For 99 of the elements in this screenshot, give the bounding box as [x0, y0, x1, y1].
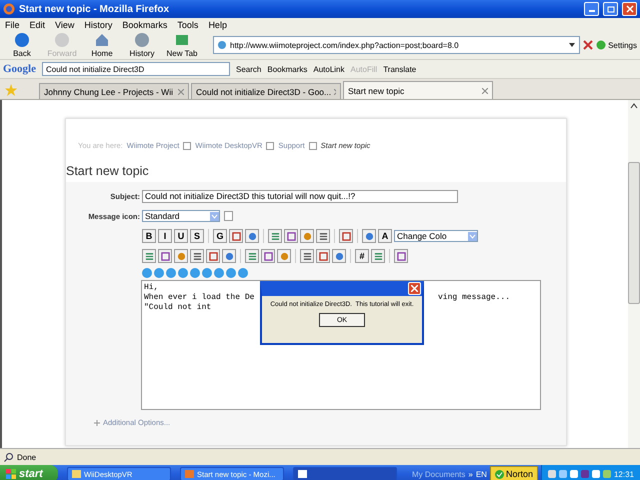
dropdown-icon — [210, 212, 219, 220]
toolbar-icon — [396, 252, 406, 260]
format-button[interactable] — [158, 249, 172, 263]
browser-tab[interactable]: Start new topic — [343, 81, 493, 99]
language-indicator[interactable]: EN — [476, 470, 487, 478]
search-icon — [4, 452, 13, 462]
dropdown-icon[interactable] — [568, 41, 576, 49]
format-button[interactable] — [362, 229, 376, 243]
toolbar-icon — [374, 252, 382, 260]
window-icon — [185, 470, 194, 478]
toolbar-icon — [318, 232, 328, 240]
menu-item[interactable]: Tools — [177, 20, 198, 30]
toolbar-icon — [192, 252, 202, 260]
close-icon — [411, 285, 418, 292]
toolbar-icon — [342, 232, 350, 240]
format-button[interactable] — [142, 249, 156, 263]
norton-button[interactable]: Norton — [490, 466, 538, 480]
subject-field[interactable]: Could not initialize Direct3D this tutorial will now quit...!? — [142, 190, 458, 202]
menu-item[interactable]: Help — [208, 20, 227, 30]
taskbar-button[interactable] — [293, 467, 397, 480]
menu-item[interactable]: Bookmarks — [122, 20, 168, 30]
close-button[interactable] — [622, 2, 637, 16]
toolbar-button[interactable]: New Tab — [163, 32, 201, 58]
browser-tab[interactable]: Johnny Chung Lee - Projects - Wii — [39, 83, 189, 99]
search-field[interactable]: Could not initialize Direct3D — [42, 62, 230, 76]
folder-icon — [72, 470, 81, 478]
menu-item[interactable]: Edit — [30, 20, 46, 30]
format-button[interactable] — [371, 249, 385, 263]
close-icon[interactable] — [178, 88, 184, 94]
format-button[interactable]: U — [174, 229, 188, 243]
windows-flag-icon — [6, 469, 16, 479]
format-button[interactable] — [245, 229, 259, 243]
firefox-icon — [3, 3, 15, 15]
color-select[interactable]: Change Colo — [394, 230, 478, 242]
clock: 12:31 — [614, 470, 634, 478]
menu-item[interactable]: History — [84, 20, 112, 30]
restore-icon — [606, 5, 614, 13]
toolbar-button[interactable]: AutoLink — [313, 64, 345, 74]
close-button[interactable] — [408, 282, 421, 295]
toolbar-button[interactable]: Home — [83, 32, 121, 58]
settings-button[interactable]: Settings — [608, 40, 637, 50]
format-button[interactable]: # — [355, 249, 369, 263]
minimize-button[interactable] — [584, 2, 599, 16]
menu-item[interactable]: File — [5, 20, 20, 30]
check-icon — [494, 470, 504, 478]
format-button[interactable] — [190, 249, 204, 263]
stop-icon[interactable] — [582, 39, 594, 51]
format-button[interactable] — [268, 229, 282, 243]
toolbar-button[interactable]: Bookmarks — [267, 64, 308, 74]
format-button[interactable] — [261, 249, 275, 263]
close-icon[interactable] — [482, 88, 488, 94]
dropdown-icon — [468, 232, 477, 240]
separator-icon — [183, 142, 192, 150]
icon-select[interactable]: Standard — [142, 210, 220, 222]
format-button[interactable]: G — [213, 229, 227, 243]
toolbar-button[interactable]: Search — [236, 64, 262, 74]
separator-icon — [308, 142, 317, 150]
site-icon — [217, 40, 227, 50]
toolbar-icon — [248, 252, 256, 260]
format-button[interactable]: S — [190, 229, 204, 243]
expand-icon — [94, 420, 100, 426]
browser-tab[interactable]: Could not initialize Direct3D - Goo... — [191, 83, 341, 99]
format-button[interactable]: A — [378, 229, 392, 243]
toolbar-icon — [364, 232, 374, 240]
format-button[interactable] — [229, 229, 243, 243]
status-text: Done — [17, 452, 36, 462]
toolbar-icon — [144, 252, 154, 260]
format-button[interactable] — [206, 249, 220, 263]
format-button[interactable]: B — [142, 229, 156, 243]
format-button[interactable] — [316, 229, 330, 243]
restore-button[interactable] — [603, 2, 618, 16]
format-button[interactable] — [300, 249, 314, 263]
google-logo: Google — [3, 63, 36, 75]
status-dot-icon — [596, 40, 606, 50]
toolbar-button[interactable]: History — [123, 32, 161, 58]
menu-item[interactable]: View — [55, 20, 74, 30]
url-text: http://www.wiimoteproject.com/index.php?action=post;board=8.0 — [230, 40, 460, 50]
page-heading: Start new topic — [66, 163, 150, 180]
format-button[interactable] — [222, 249, 236, 263]
format-button[interactable]: I — [158, 229, 172, 243]
star-icon[interactable] — [5, 84, 17, 96]
page-icon — [224, 211, 233, 221]
format-button[interactable] — [284, 229, 298, 243]
window-title: Start new topic - Mozilla Firefox — [19, 4, 170, 14]
scrollbar[interactable] — [628, 100, 640, 448]
window-icon — [298, 470, 307, 478]
format-button[interactable] — [394, 249, 408, 263]
toolbar-icon — [270, 232, 280, 240]
separator-icon — [266, 142, 274, 150]
format-button[interactable] — [245, 249, 259, 263]
format-button[interactable] — [339, 229, 353, 243]
format-button[interactable] — [332, 249, 346, 263]
toolbar-icon — [302, 252, 312, 260]
toolbar-button[interactable]: Back — [3, 32, 41, 58]
chevron-button[interactable]: » — [468, 470, 473, 478]
toolbar-button[interactable]: Translate — [383, 64, 416, 74]
address-field[interactable]: http://www.wiimoteproject.com/index.php?action=post;board=8.0 — [213, 36, 580, 54]
format-button[interactable] — [316, 249, 330, 263]
close-icon — [626, 5, 634, 13]
